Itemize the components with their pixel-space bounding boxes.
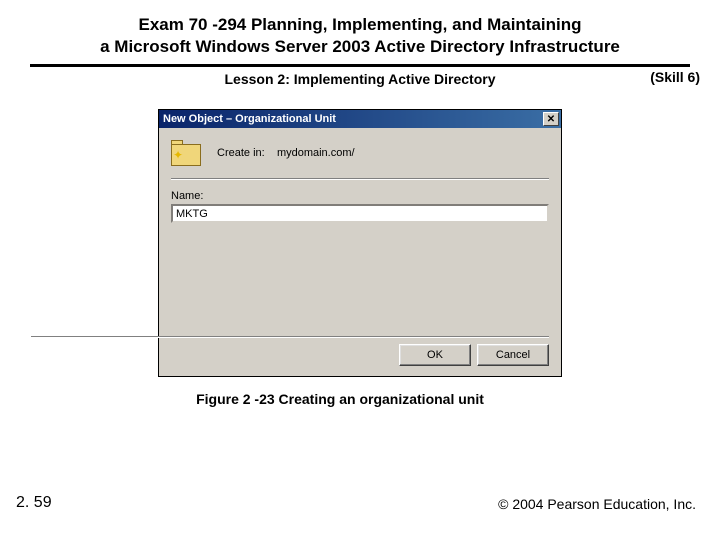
page-number: 2. 59 — [16, 494, 52, 512]
ok-button[interactable]: OK — [399, 344, 471, 366]
dialog-titlebar: New Object – Organizational Unit ✕ — [159, 110, 561, 128]
skill-badge: (Skill 6) — [650, 69, 700, 85]
button-divider — [31, 336, 549, 338]
lesson-title: Lesson 2: Implementing Active Directory — [225, 71, 496, 87]
create-in-text: Create in: mydomain.com/ — [217, 147, 355, 159]
divider — [171, 178, 549, 180]
close-icon: ✕ — [547, 114, 555, 125]
new-ou-dialog: New Object – Organizational Unit ✕ ✦ Cre… — [158, 109, 562, 377]
title-line-1: Exam 70 -294 Planning, Implementing, and… — [138, 15, 581, 34]
title-line-2: a Microsoft Windows Server 2003 Active D… — [100, 37, 620, 56]
name-label: Name: — [171, 190, 549, 202]
copyright: © 2004 Pearson Education, Inc. — [498, 496, 696, 512]
folder-icon: ✦ — [171, 138, 205, 168]
slide-title: Exam 70 -294 Planning, Implementing, and… — [30, 0, 690, 67]
close-button[interactable]: ✕ — [543, 112, 559, 126]
name-input[interactable] — [171, 204, 549, 223]
create-in-label: Create in: — [217, 147, 265, 159]
dialog-title: New Object – Organizational Unit — [163, 113, 336, 125]
figure-caption: Figure 2 -23 Creating an organizational … — [0, 391, 720, 407]
create-in-value: mydomain.com/ — [277, 147, 355, 159]
cancel-button[interactable]: Cancel — [477, 344, 549, 366]
